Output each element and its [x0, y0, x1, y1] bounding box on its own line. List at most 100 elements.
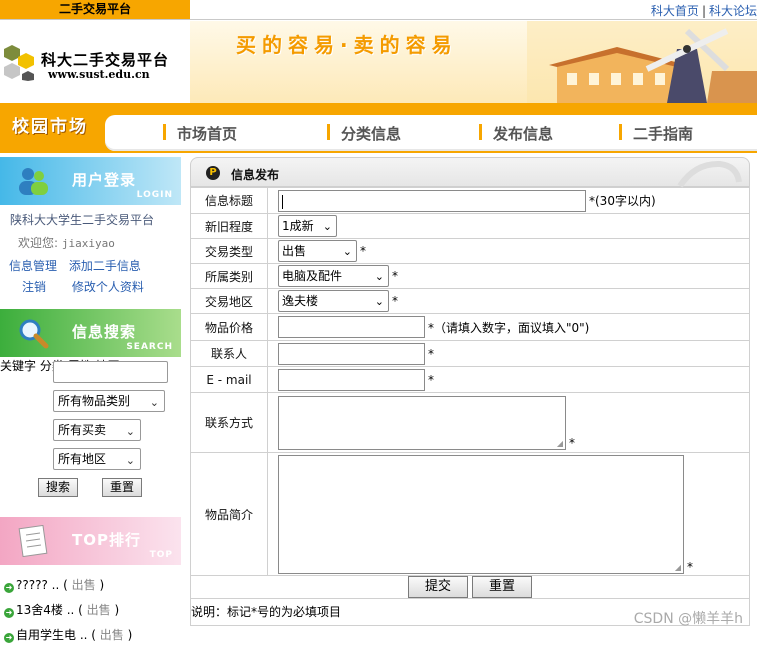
- email-label: E - mail: [190, 366, 268, 393]
- category-label: 所属类别: [190, 263, 268, 289]
- nav-item-categories[interactable]: 分类信息: [327, 123, 401, 144]
- description-textarea[interactable]: ◢: [278, 454, 684, 574]
- attr-select-value: 所有买卖: [58, 423, 107, 437]
- contact-method-textarea[interactable]: ◢: [278, 395, 566, 450]
- site-url: www.sust.edu.cn: [48, 68, 150, 81]
- condition-cell: 1成新 ⌄: [267, 213, 750, 239]
- required-mark: *: [392, 294, 398, 308]
- method-label: 联系方式: [190, 392, 268, 453]
- price-cell: *（请填入数字，面议填入"0"): [267, 313, 750, 341]
- region-select-value: 所有地区: [58, 452, 107, 466]
- link-sust-forum[interactable]: 科大论坛: [709, 4, 757, 18]
- search-panel-body: 关键字 分类 所有物品类别⌄ 属性 所有买卖⌄ 地区 所有地区⌄ 搜索 重置: [0, 357, 181, 517]
- login-subtitle: LOGIN: [136, 190, 173, 200]
- top-list: ➜????? .. ( 出售 ) ➜ 13舍4楼 .. ( 出售 ) ➜ 自用学生电…: [0, 565, 181, 648]
- windmill-house-illustration: [527, 21, 757, 103]
- decorative-stamp-icon: [677, 160, 742, 188]
- category-select-value: 所有物品类别: [58, 394, 131, 408]
- region-select[interactable]: 所有地区 ⌄: [53, 448, 141, 470]
- login-school: 陕科大大学生二手交易平台: [10, 213, 155, 227]
- nav-title: 校园市场: [12, 117, 88, 137]
- welcome-label: 欢迎您:: [18, 236, 59, 250]
- contact-label: 联系人: [190, 340, 268, 367]
- contact-cell: *: [267, 340, 750, 367]
- top-panel-header: TOP排行 TOP: [0, 517, 181, 565]
- main-nav: 校园市场 市场首页 分类信息 发布信息 二手指南: [0, 103, 757, 153]
- desc-cell: ◢ *: [267, 452, 750, 576]
- top-links: 科大首页 | 科大论坛: [651, 2, 757, 19]
- search-panel-header: 信息搜索 SEARCH: [0, 309, 181, 357]
- nav-item-guide[interactable]: 二手指南: [619, 123, 693, 144]
- item-category-select[interactable]: 电脑及配件 ⌄: [278, 265, 389, 287]
- submit-button[interactable]: 提交: [408, 576, 468, 598]
- price-hint: *（请填入数字，面议填入"0"): [428, 320, 590, 335]
- nav-item-market-home[interactable]: 市场首页: [163, 123, 237, 144]
- link-add-item[interactable]: 添加二手信息: [69, 259, 141, 273]
- login-links: 信息管理 添加二手信息: [0, 257, 181, 274]
- required-mark: *: [569, 435, 575, 450]
- top-list-item[interactable]: ➜ 13舍4楼 .. ( 出售 ): [4, 598, 181, 623]
- top-bar: 二手交易平台 科大首页 | 科大论坛: [0, 0, 757, 20]
- region-label: 交易地区: [190, 288, 268, 314]
- login-panel-body: 陕科大大学生二手交易平台 欢迎您: jiaxiyao 信息管理 添加二手信息 注…: [0, 205, 181, 309]
- search-button[interactable]: 搜索: [38, 478, 78, 497]
- users-icon: [19, 168, 48, 195]
- condition-label: 新旧程度: [190, 213, 268, 239]
- form-reset-button[interactable]: 重置: [472, 576, 532, 598]
- category-cell: 电脑及配件 ⌄ *: [267, 263, 750, 289]
- top-list-item[interactable]: ➜????? .. ( 出售 ): [4, 573, 181, 598]
- login-panel-header: 用户登录 LOGIN: [0, 157, 181, 205]
- link-sust-home[interactable]: 科大首页: [651, 4, 699, 18]
- link-info-manage[interactable]: 信息管理: [9, 259, 57, 273]
- item-category-value: 电脑及配件: [282, 269, 343, 283]
- csdn-watermark: CSDN @懒羊羊h: [633, 611, 743, 627]
- sidebar: 用户登录 LOGIN 陕科大大学生二手交易平台 欢迎您: jiaxiyao 信息…: [0, 157, 181, 643]
- keyword-input[interactable]: [53, 361, 168, 383]
- title-input[interactable]: [278, 189, 586, 212]
- nav-bar: 市场首页 分类信息 发布信息 二手指南: [105, 115, 757, 151]
- method-cell: ◢ *: [267, 392, 750, 453]
- condition-value: 1成新: [282, 219, 314, 233]
- publish-panel: P 信息发布 信息标题 *(30字以内) 新旧程度 1成新 ⌄ 交易类型 出售 ⌄ *…: [190, 157, 750, 634]
- required-mark: *: [428, 346, 434, 361]
- chevron-down-icon: ⌄: [125, 454, 135, 467]
- top-list-item[interactable]: ➜ 自用学生电 .. ( 出售 ): [4, 623, 181, 648]
- resize-grip-icon: ◢: [556, 438, 563, 448]
- type-cell: 出售 ⌄ *: [267, 238, 750, 264]
- attr-select[interactable]: 所有买卖 ⌄: [53, 419, 141, 441]
- region-cell: 逸夫楼 ⌄ *: [267, 288, 750, 314]
- category-select[interactable]: 所有物品类别 ⌄: [53, 390, 165, 412]
- title-label: 信息标题: [190, 187, 268, 214]
- search-reset-button[interactable]: 重置: [102, 478, 142, 497]
- link-edit-profile[interactable]: 修改个人资料: [72, 280, 144, 294]
- list-document-icon: [18, 525, 48, 557]
- condition-select[interactable]: 1成新 ⌄: [278, 215, 337, 237]
- trade-type-select[interactable]: 出售 ⌄: [278, 240, 357, 262]
- type-value: 出售: [282, 244, 307, 258]
- chevron-down-icon: ⌄: [374, 295, 384, 308]
- price-label: 物品价格: [190, 313, 268, 341]
- email-input[interactable]: [278, 368, 425, 391]
- arrow-bullet-icon: ➜: [4, 583, 14, 593]
- arrow-bullet-icon: ➜: [4, 608, 14, 618]
- publish-title: 信息发布: [231, 168, 280, 182]
- chevron-down-icon: ⌄: [342, 245, 352, 258]
- link-logout[interactable]: 注销: [22, 280, 46, 294]
- nav-item-publish[interactable]: 发布信息: [479, 123, 553, 144]
- search-subtitle: SEARCH: [126, 342, 173, 352]
- chevron-down-icon: ⌄: [322, 220, 332, 233]
- top-item-name: 自用学生电 ..: [16, 628, 88, 642]
- price-input[interactable]: [278, 316, 425, 338]
- trade-region-select[interactable]: 逸夫楼 ⌄: [278, 290, 389, 312]
- type-label: 交易类型: [190, 238, 268, 264]
- top-item-name: 13舍4楼 ..: [16, 603, 75, 617]
- login-title: 用户登录: [72, 171, 137, 189]
- chevron-down-icon: ⌄: [374, 270, 384, 283]
- title-hint: *(30字以内): [589, 194, 656, 208]
- required-mark: *: [687, 559, 693, 574]
- arrow-bullet-icon: ➜: [4, 633, 14, 643]
- required-mark: *: [392, 269, 398, 283]
- top-title: TOP排行: [72, 531, 141, 549]
- keyword-label: 关键字: [0, 359, 37, 373]
- contact-input[interactable]: [278, 342, 425, 365]
